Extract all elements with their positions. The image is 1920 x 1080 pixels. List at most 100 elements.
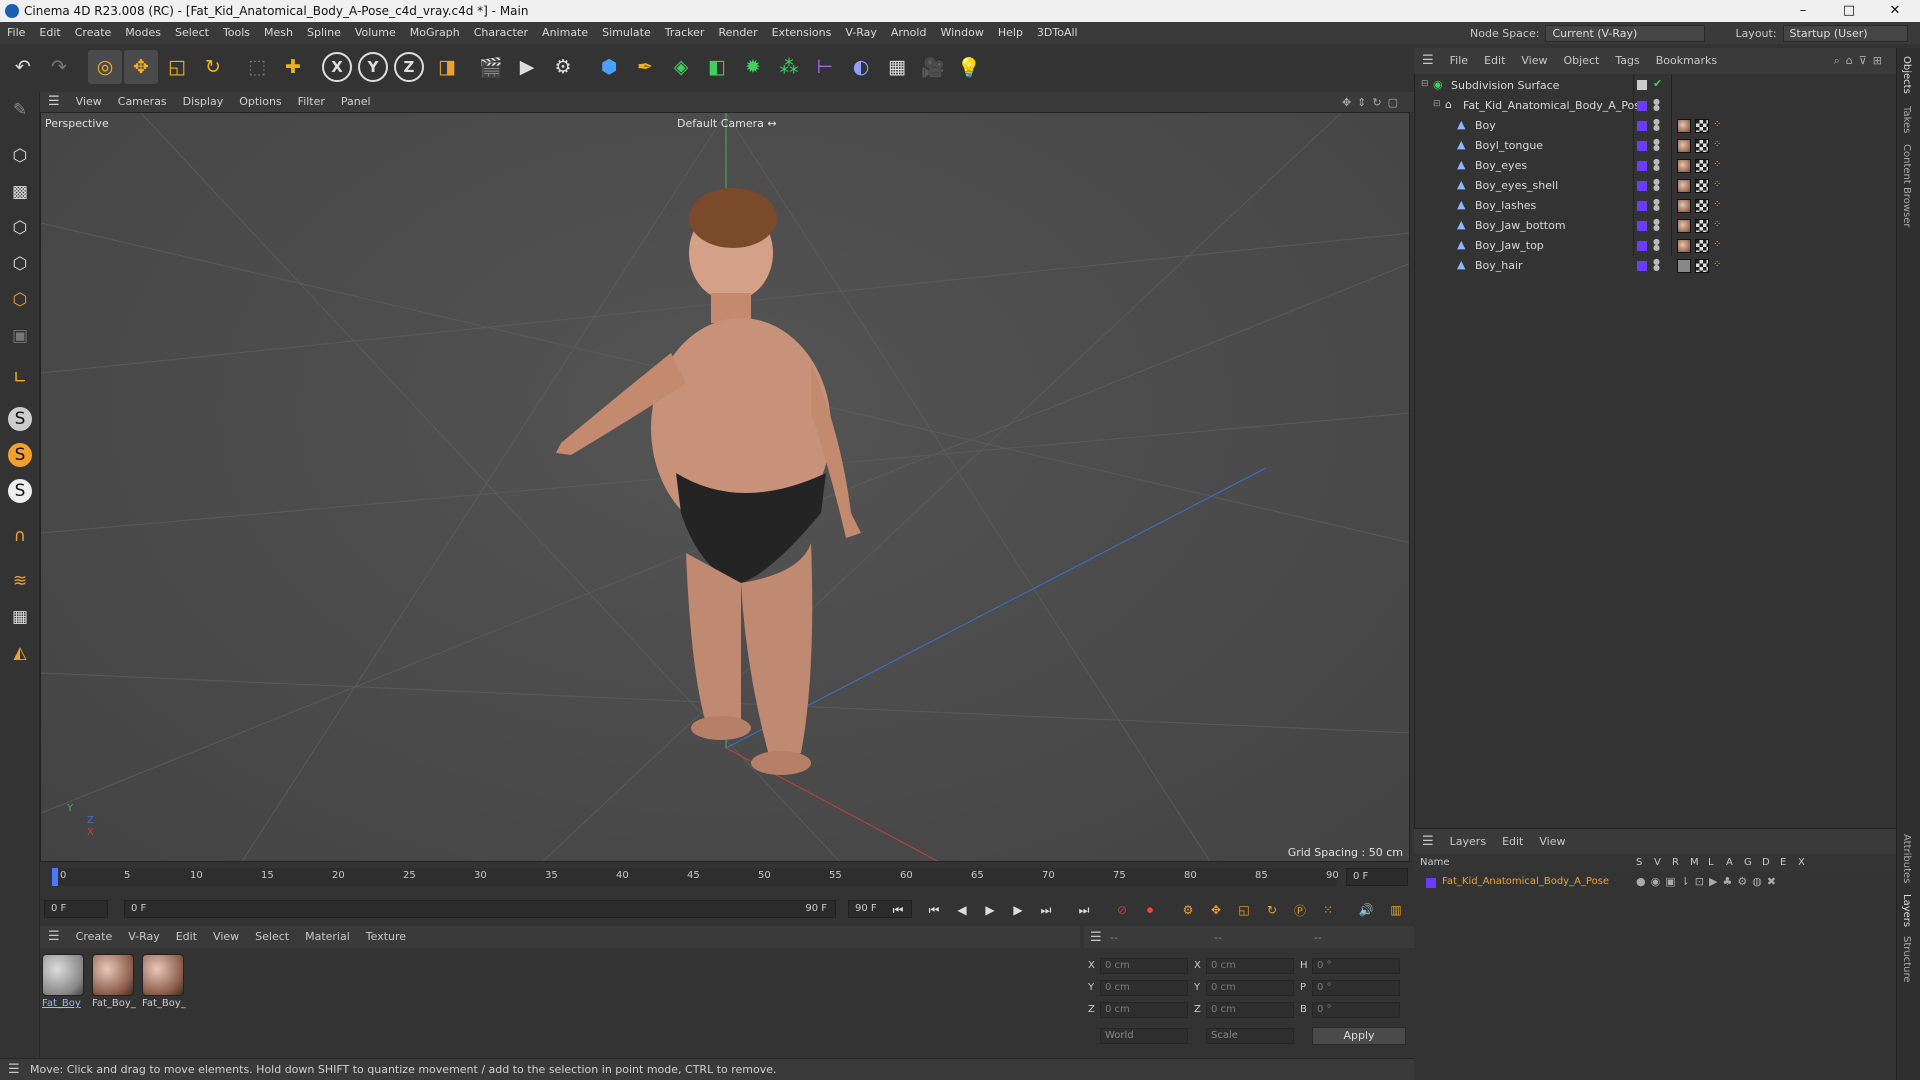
pos-y-field[interactable]: 0 cm [1100,980,1188,996]
coordinate-space-dropdown[interactable]: World [1100,1028,1188,1044]
uvw-tag-icon[interactable] [1695,139,1709,153]
layer-color-swatch[interactable] [1637,161,1647,171]
current-frame-field[interactable]: 0 F [1346,868,1408,886]
snap-icon[interactable]: S [8,407,32,431]
polygon-mode-icon[interactable]: ⬡ [4,284,36,316]
previous-key-icon[interactable]: ⏮ [922,899,946,921]
tab-structure[interactable]: Structure [1901,936,1912,983]
layer-menu-edit[interactable]: Edit [1494,829,1531,855]
material-menu-view[interactable]: View [205,926,247,948]
viewport-menu-icon[interactable]: ☰ [40,92,68,112]
edit-render-toggle[interactable] [1637,80,1647,90]
visibility-dots[interactable]: ● ● [1653,218,1660,232]
field-icon[interactable]: ◐ [844,50,878,84]
material-menu-material[interactable]: Material [297,926,358,948]
visibility-dots[interactable]: ● ● [1653,198,1660,212]
size-x-field[interactable]: 0 cm [1206,958,1294,974]
layer-menu-layers[interactable]: Layers [1442,829,1494,855]
uvw-tag-icon[interactable] [1695,159,1709,173]
size-y-field[interactable]: 0 cm [1206,980,1294,996]
motion-system-icon[interactable]: 🔊 [1354,899,1378,921]
menu-mograph[interactable]: MoGraph [403,22,467,44]
size-z-field[interactable]: 0 cm [1206,1002,1294,1018]
uv-mode-icon[interactable]: ▣ [4,320,36,352]
visibility-dots[interactable]: ● ● [1653,258,1660,272]
selection-tag-icon[interactable]: ⁘ [1713,119,1727,133]
tree-row-object[interactable]: ▲ Boyl_tongue ● ● ⁘ [1415,136,1897,156]
cube-icon[interactable]: ⬢ [592,50,626,84]
visibility-dots[interactable]: ● ● [1653,178,1660,192]
material-menu-edit[interactable]: Edit [168,926,205,948]
layer-toggle-icons[interactable]: ●◉▣⇂⊡▶♣⚙◍✖ [1636,875,1781,888]
layer-color-swatch[interactable] [1637,201,1647,211]
material-menu-texture[interactable]: Texture [358,926,414,948]
rot-p-field[interactable]: 0 ° [1312,980,1400,996]
timeline-window-icon[interactable]: ▥ [1384,899,1408,921]
layout-dropdown[interactable]: Startup (User) [1782,25,1908,42]
menu-tracker[interactable]: Tracker [658,22,712,44]
move-tool-icon[interactable]: ✥ [124,50,158,84]
layer-menu-icon[interactable]: ☰ [1414,829,1442,855]
pos-x-field[interactable]: 0 cm [1100,958,1188,974]
z-axis-lock-button[interactable]: Z [394,52,424,82]
menu-character[interactable]: Character [467,22,535,44]
menu-spline[interactable]: Spline [300,22,348,44]
object-menu-tags[interactable]: Tags [1607,48,1647,74]
minimize-button[interactable]: – [1780,0,1826,22]
menu-help[interactable]: Help [991,22,1030,44]
menu-window[interactable]: Window [933,22,990,44]
material-tag-icon[interactable] [1677,239,1691,253]
collapse-icon[interactable]: ⊟ [1433,99,1441,109]
rotation-key-icon[interactable]: ↻ [1260,899,1284,921]
pos-z-field[interactable]: 0 cm [1100,1002,1188,1018]
material-menu-vray[interactable]: V-Ray [120,926,168,948]
go-to-end-icon[interactable]: ⏭ [1072,899,1096,921]
selection-tag-icon[interactable]: ⁘ [1713,139,1727,153]
visibility-dots[interactable]: ● ● [1653,138,1660,152]
play-icon[interactable]: ▶ [978,899,1002,921]
coordinate-system-icon[interactable]: ◨ [430,50,464,84]
next-frame-icon[interactable]: ▶ [1006,899,1030,921]
pen-spline-icon[interactable]: ✒ [628,50,662,84]
layer-color-swatch[interactable] [1637,221,1647,231]
material-tag-icon[interactable] [1677,159,1691,173]
camera-icon[interactable]: 🎥 [916,50,950,84]
uvw-tag-icon[interactable] [1695,199,1709,213]
point-mode-icon[interactable]: ⬡ [4,212,36,244]
model-mode-icon[interactable]: ⬡ [4,140,36,172]
menu-vray[interactable]: V-Ray [838,22,884,44]
sculpt-layers-icon[interactable]: ≋ [4,565,36,597]
viewport-menu-options[interactable]: Options [231,92,289,112]
cloner-icon[interactable]: ✹ [736,50,770,84]
tree-row-object[interactable]: ▲ Boy_eyes_shell ● ● ⁘ [1415,176,1897,196]
go-to-start-icon[interactable]: ⏮ [886,899,910,921]
layer-color-swatch[interactable] [1637,121,1647,131]
floor-icon[interactable]: ▦ [880,50,914,84]
x-axis-lock-button[interactable]: X [322,52,352,82]
collapse-icon[interactable]: ⊟ [1421,79,1429,89]
live-selection-icon[interactable]: ◎ [88,50,122,84]
parameter-key-icon[interactable]: Ⓟ [1288,899,1312,921]
layer-color-swatch[interactable] [1637,141,1647,151]
maximize-button[interactable]: □ [1826,0,1872,22]
viewport-menu-filter[interactable]: Filter [290,92,333,112]
node-space-dropdown[interactable]: Current (V-Ray) [1545,25,1706,42]
menu-arnold[interactable]: Arnold [884,22,934,44]
layer-color-swatch[interactable] [1426,878,1436,888]
y-axis-lock-button[interactable]: Y [358,52,388,82]
layer-color-swatch[interactable] [1637,181,1647,191]
position-key-icon[interactable]: ✥ [1204,899,1228,921]
object-menu-file[interactable]: File [1442,48,1476,74]
material-menu-icon[interactable]: ☰ [40,926,68,948]
layer-menu-view[interactable]: View [1531,829,1573,855]
layer-color-swatch[interactable] [1637,261,1647,271]
material-tag-icon[interactable] [1677,259,1691,273]
layer-row[interactable]: Fat_Kid_Anatomical_Body_A_Pose ●◉▣⇂⊡▶♣⚙◍… [1414,873,1896,893]
menu-create[interactable]: Create [68,22,119,44]
material-tag-icon[interactable] [1677,219,1691,233]
timeline-ruler[interactable]: 0 5 10 15 20 25 30 35 40 45 50 55 60 65 … [40,862,1414,890]
menu-simulate[interactable]: Simulate [595,22,658,44]
keyframe-selection-icon[interactable]: ⚙ [1176,899,1200,921]
menu-modes[interactable]: Modes [118,22,168,44]
render-view-icon[interactable]: ▶ [510,50,544,84]
